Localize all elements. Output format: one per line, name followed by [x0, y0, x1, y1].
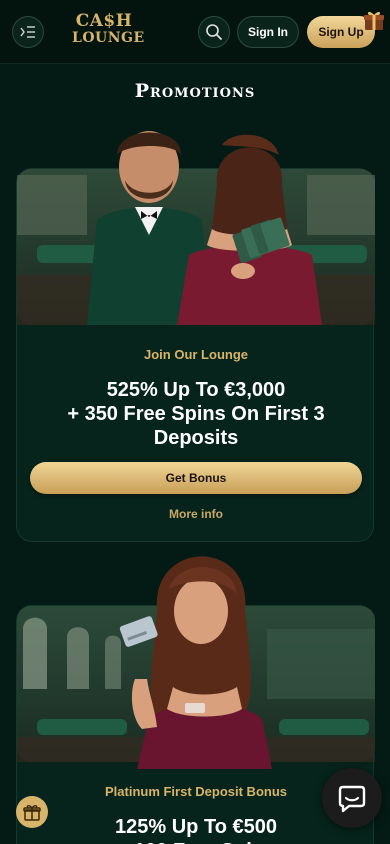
logo-line-1: CA$H: [75, 11, 133, 31]
gift-icon: [364, 11, 384, 30]
get-bonus-button[interactable]: Get Bonus: [30, 462, 362, 494]
promo-card: Platinum First Deposit Bonus 125% Up To …: [16, 556, 375, 844]
gift-button[interactable]: [16, 796, 48, 828]
promo-headline: 525% Up To €3,000 + 350 Free Spins On Fi…: [67, 379, 325, 449]
promo-banner-image: [17, 556, 375, 769]
promo-subtitle: Join Our Lounge: [144, 347, 248, 362]
menu-collapse-icon: [20, 26, 35, 38]
site-logo[interactable]: CA$H LOUNGE: [72, 11, 145, 47]
more-info-link[interactable]: More info: [17, 507, 375, 521]
live-chat-button[interactable]: [322, 768, 382, 828]
promo-banner-image: [17, 131, 375, 325]
logo-line-2: LOUNGE: [72, 30, 145, 46]
gift-icon: [23, 805, 41, 821]
search-icon: [206, 24, 222, 40]
promo-card: Join Our Lounge 525% Up To €3,000 + 350 …: [16, 131, 375, 542]
search-button[interactable]: [198, 16, 230, 48]
chat-icon: [338, 785, 366, 813]
promo-headline: 125% Up To €500 + 100 Free Spins: [115, 816, 277, 844]
sign-in-button[interactable]: Sign In: [237, 16, 299, 48]
menu-button[interactable]: [12, 16, 44, 48]
top-header: CA$H LOUNGE Sign In Sign Up: [0, 0, 390, 64]
page-title: Promotions: [134, 80, 256, 102]
